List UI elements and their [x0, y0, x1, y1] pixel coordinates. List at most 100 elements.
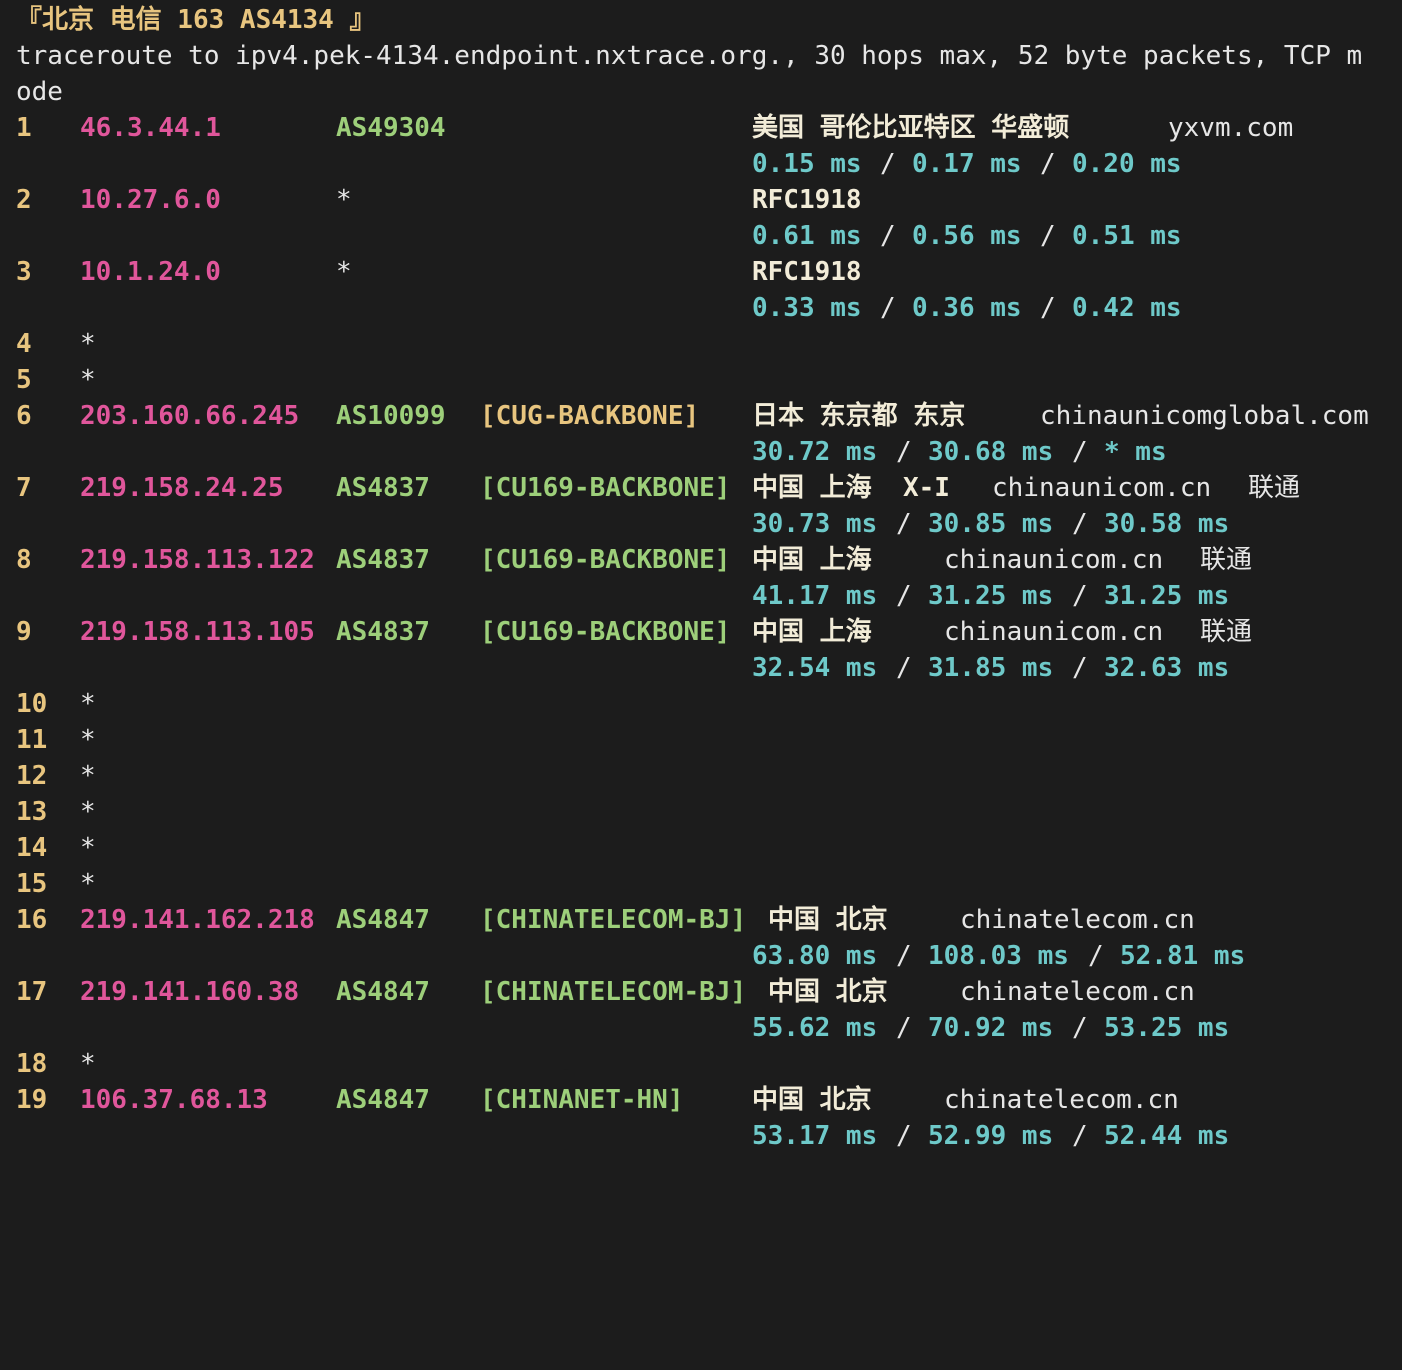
- hop-number: 3: [16, 257, 32, 287]
- header-line: 『北京 电信 163 AS4134 』: [0, 2, 376, 38]
- hop-isp: 联通: [1200, 545, 1253, 575]
- rtt-separator: /: [1072, 1121, 1088, 1151]
- hop-row-timeout: 18 *: [0, 1046, 96, 1082]
- rtt-1: 41.17 ms: [752, 581, 878, 611]
- rtt-1: 53.17 ms: [752, 1121, 878, 1151]
- hop-domain: chinaunicom.cn: [944, 617, 1164, 647]
- hop-domain: chinatelecom.cn: [960, 977, 1195, 1007]
- rtt-3: 53.25 ms: [1104, 1013, 1230, 1043]
- hop-asn: AS4847: [336, 977, 430, 1007]
- hop-rtt-row: 30.72 ms / 30.68 ms / * ms: [0, 434, 1167, 470]
- hop-rtt-row: 55.62 ms / 70.92 ms / 53.25 ms: [0, 1010, 1229, 1046]
- hop-rtt-row: 30.73 ms / 30.85 ms / 30.58 ms: [0, 506, 1229, 542]
- hop-ip: 46.3.44.1: [80, 113, 221, 143]
- command-line: traceroute to ipv4.pek-4134.endpoint.nxt…: [0, 38, 1362, 74]
- hop-rtt-row: 0.33 ms / 0.36 ms / 0.42 ms: [0, 290, 1182, 326]
- hop-domain: chinaunicomglobal.com: [1040, 401, 1369, 431]
- hop-asn: AS4837: [336, 473, 430, 503]
- hop-asn: AS49304: [336, 113, 446, 143]
- rtt-1: 63.80 ms: [752, 941, 878, 971]
- hop-row: 1 46.3.44.1 AS49304 美国 哥伦比亚特区 华盛顿 yxvm.c…: [0, 110, 1293, 146]
- hop-number: 16: [16, 905, 48, 935]
- hop-number: 18: [16, 1049, 48, 1079]
- hop-ip: *: [80, 869, 96, 899]
- rtt-1: 0.61 ms: [752, 221, 862, 251]
- hop-geo: 中国 北京: [768, 905, 888, 935]
- hop-row-timeout: 15 *: [0, 866, 96, 902]
- rtt-3: 0.51 ms: [1072, 221, 1182, 251]
- hop-geo: 中国 上海 X-I: [752, 473, 950, 503]
- rtt-separator: /: [1088, 941, 1104, 971]
- hop-number: 6: [16, 401, 32, 431]
- hop-domain: chinaunicom.cn: [992, 473, 1212, 503]
- rtt-3: 31.25 ms: [1104, 581, 1230, 611]
- rtt-2: 31.85 ms: [928, 653, 1054, 683]
- rtt-separator: /: [896, 437, 912, 467]
- hop-rtt-row: 53.17 ms / 52.99 ms / 52.44 ms: [0, 1118, 1229, 1154]
- rtt-1: 30.73 ms: [752, 509, 878, 539]
- rtt-3: 0.42 ms: [1072, 293, 1182, 323]
- hop-domain: chinatelecom.cn: [960, 905, 1195, 935]
- hop-row-timeout: 11 *: [0, 722, 96, 758]
- terminal-window: 『北京 电信 163 AS4134 』 traceroute to ipv4.p…: [0, 0, 1402, 1156]
- hop-network-tag: [CHINANET-HN]: [480, 1085, 684, 1115]
- rtt-3: 32.63 ms: [1104, 653, 1230, 683]
- hop-ip: *: [80, 1049, 96, 1079]
- rtt-3: 52.81 ms: [1120, 941, 1246, 971]
- hop-number: 17: [16, 977, 48, 1007]
- hop-ip: 219.141.162.218: [80, 905, 315, 935]
- rtt-3: 30.58 ms: [1104, 509, 1230, 539]
- rtt-separator: /: [896, 509, 912, 539]
- hop-number: 5: [16, 365, 32, 395]
- hop-number: 1: [16, 113, 32, 143]
- hop-asn: AS10099: [336, 401, 446, 431]
- command-text-wrap: ode: [16, 77, 63, 107]
- hop-ip: *: [80, 725, 96, 755]
- hop-network-tag: [CU169-BACKBONE]: [480, 473, 731, 503]
- hop-domain: yxvm.com: [1168, 113, 1294, 143]
- hop-network-tag: [CUG-BACKBONE]: [480, 401, 700, 431]
- hop-row-timeout: 12 *: [0, 758, 96, 794]
- hop-number: 11: [16, 725, 48, 755]
- rtt-separator: /: [1072, 437, 1088, 467]
- command-text: traceroute to ipv4.pek-4134.endpoint.nxt…: [16, 41, 1363, 71]
- rtt-2: 30.85 ms: [928, 509, 1054, 539]
- header-title: 『北京 电信 163 AS4134 』: [16, 5, 376, 35]
- rtt-2: 0.36 ms: [912, 293, 1022, 323]
- hop-geo: 日本 东京都 东京: [752, 401, 966, 431]
- rtt-3: 0.20 ms: [1072, 149, 1182, 179]
- hop-isp: 联通: [1200, 617, 1253, 647]
- hop-row: 19 106.37.68.13 AS4847 [CHINANET-HN] 中国 …: [0, 1082, 1179, 1118]
- hop-geo: 中国 北京: [752, 1085, 872, 1115]
- rtt-separator: /: [1040, 221, 1056, 251]
- hop-network-tag: [CU169-BACKBONE]: [480, 617, 731, 647]
- hop-number: 8: [16, 545, 32, 575]
- rtt-separator: /: [1040, 293, 1056, 323]
- hop-rtt-row: 32.54 ms / 31.85 ms / 32.63 ms: [0, 650, 1229, 686]
- hop-ip: 219.158.113.122: [80, 545, 315, 575]
- rtt-separator: /: [1072, 653, 1088, 683]
- hop-number: 7: [16, 473, 32, 503]
- hop-ip: 203.160.66.245: [80, 401, 300, 431]
- rtt-1: 32.54 ms: [752, 653, 878, 683]
- hop-number: 13: [16, 797, 48, 827]
- hop-row-timeout: 14 *: [0, 830, 96, 866]
- rtt-separator: /: [896, 581, 912, 611]
- rtt-3: * ms: [1104, 437, 1167, 467]
- hop-geo: RFC1918: [752, 185, 862, 215]
- rtt-2: 0.56 ms: [912, 221, 1022, 251]
- hop-asn: AS4837: [336, 617, 430, 647]
- hop-row: 6 203.160.66.245 AS10099 [CUG-BACKBONE] …: [0, 398, 1369, 434]
- hop-ip: 10.27.6.0: [80, 185, 221, 215]
- hop-ip: 10.1.24.0: [80, 257, 221, 287]
- hop-rtt-row: 63.80 ms / 108.03 ms / 52.81 ms: [0, 938, 1245, 974]
- hop-geo: RFC1918: [752, 257, 862, 287]
- hop-isp: 联通: [1248, 473, 1301, 503]
- hop-ip: 219.141.160.38: [80, 977, 300, 1007]
- hop-ip: *: [80, 329, 96, 359]
- hop-ip: *: [80, 761, 96, 791]
- rtt-separator: /: [1072, 1013, 1088, 1043]
- rtt-2: 31.25 ms: [928, 581, 1054, 611]
- hop-ip: 219.158.113.105: [80, 617, 315, 647]
- hop-number: 10: [16, 689, 48, 719]
